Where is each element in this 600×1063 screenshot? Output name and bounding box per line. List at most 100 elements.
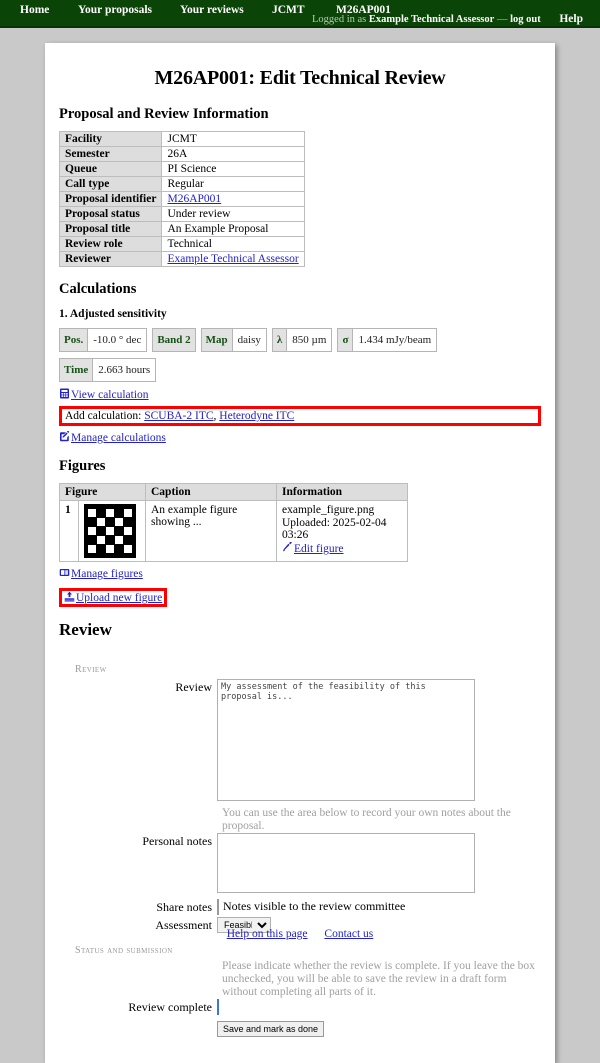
info-row-value: JCMT (161, 131, 305, 147)
checkerboard-cell (88, 545, 96, 553)
pencil-icon (282, 541, 293, 553)
nav-link-home[interactable]: Home (20, 4, 49, 16)
checkerboard-cell (124, 536, 132, 544)
footer-link-contact-us[interactable]: Contact us (324, 928, 373, 940)
figure-thumbnail-cell[interactable] (78, 500, 146, 562)
info-row-label: Review role (58, 236, 163, 252)
checkerboard-cell (115, 509, 123, 517)
review-fieldset: Review Review You can use the area below… (59, 658, 541, 939)
checkerboard-cell (97, 518, 105, 526)
top-navigation-bar: Home Your proposals Your reviews JCMT M2… (0, 0, 600, 28)
calculation-item-title: 1. Adjusted sensitivity (59, 308, 167, 320)
share-notes-checkbox[interactable] (217, 899, 219, 915)
calculation-badge: Time 2.663 hours (59, 358, 157, 382)
info-row-label: Proposal status (58, 206, 163, 222)
footer-link-help-on-this-page[interactable]: Help on this page (227, 928, 308, 940)
nav-link-your-reviews[interactable]: Your reviews (180, 4, 244, 16)
checkerboard-cell (124, 518, 132, 526)
figure-number: 1 (59, 500, 79, 562)
checkerboard-thumbnail[interactable] (84, 504, 136, 558)
personal-notes-textarea[interactable] (217, 833, 475, 893)
checkerboard-cell (88, 518, 96, 526)
nav-link-your-proposals[interactable]: Your proposals (78, 4, 152, 16)
review-complete-checkbox[interactable] (217, 999, 219, 1015)
add-calculation-link-scuba2-itc[interactable]: SCUBA-2 ITC (144, 410, 213, 422)
manage-calculations-link[interactable]: Manage calculations (71, 432, 166, 444)
add-calculation-label: Add calculation: (65, 410, 142, 422)
section-heading-review: Review (59, 620, 112, 639)
info-row-label: Semester (58, 146, 163, 162)
calculation-badges-row-2: Time 2.663 hours (59, 358, 541, 382)
info-row-value[interactable]: M26AP001 (161, 191, 305, 207)
view-calculation-row: View calculation (59, 388, 541, 401)
checkerboard-cell (115, 545, 123, 553)
calculation-badge-key: Band 2 (153, 329, 195, 351)
share-notes-checkbox-text: Notes visible to the review committee (223, 899, 406, 913)
nav-link-logout[interactable]: log out (510, 14, 541, 25)
info-row-value-link[interactable]: Example Technical Assessor (167, 253, 298, 265)
review-text-row: Review (59, 679, 541, 805)
upload-new-figure-link[interactable]: Upload new figure (76, 592, 162, 604)
save-and-mark-as-done-button[interactable]: Save and mark as done (217, 1021, 325, 1037)
logout-separator: — (496, 14, 508, 25)
submit-row-spacer (59, 1017, 217, 1018)
logged-in-user-name: Example Technical Assessor (368, 14, 495, 25)
calculation-badge-value: 1.434 mJy/beam (358, 334, 432, 346)
calculation-badge-value: daisy (237, 334, 261, 346)
calculation-badge: Map daisy (200, 328, 267, 352)
figure-filename: example_figure.png (282, 504, 375, 516)
checkerboard-cell (106, 527, 114, 535)
calculation-badges-row-1: Pos. -10.0 ° dec Band 2 Map daisy λ 850 µm σ 1.4… (59, 328, 541, 352)
info-row-value[interactable]: Example Technical Assessor (161, 251, 305, 267)
edit-square-icon (59, 431, 70, 442)
page-footer: Help on this page Contact us (0, 928, 600, 940)
calculation-badge-key: Time (60, 359, 94, 381)
manage-figures-row: Manage figures (59, 567, 541, 580)
add-calculation-highlight-box: Add calculation: SCUBA-2 ITC, Heterodyne… (59, 406, 541, 426)
legend-status-and-submission: Status and submission (75, 945, 173, 956)
checkerboard-cell (88, 527, 96, 535)
page-card: M26AP001: Edit Technical Review Proposal… (45, 43, 555, 1063)
info-row-value: Regular (161, 176, 305, 192)
figures-column-information: Information (276, 483, 408, 501)
calculator-icon (59, 388, 70, 399)
status-help-text: Please indicate whether the review is co… (222, 960, 535, 998)
proposal-information-table: Facility JCMT Semester 26A Queue PI Science Ca… (58, 131, 305, 267)
calculation-badge-key: Pos. (60, 329, 89, 351)
info-row-value: Technical (161, 236, 305, 252)
checkerboard-cell (106, 536, 114, 544)
checkerboard-cell (115, 518, 123, 526)
section-heading-calculations: Calculations (59, 281, 137, 297)
table-row: Proposal identifier M26AP001 (58, 191, 305, 207)
images-icon (59, 567, 70, 578)
nav-link-facility-jcmt[interactable]: JCMT (272, 4, 305, 16)
checkerboard-cell (97, 545, 105, 553)
edit-figure-link[interactable]: Edit figure (294, 543, 344, 555)
personal-notes-row: Personal notes (59, 833, 541, 897)
checkerboard-cell (106, 518, 114, 526)
calculation-badge-value: -10.0 ° dec (93, 334, 142, 346)
upload-icon (64, 591, 75, 602)
table-row: Facility JCMT (58, 131, 305, 147)
personal-notes-help-text: You can use the area below to record you… (222, 807, 511, 832)
table-row: Queue PI Science (58, 161, 305, 177)
logged-in-status: Logged in as Example Technical Assessor … (312, 14, 541, 25)
view-calculation-link[interactable]: View calculation (71, 389, 149, 401)
checkerboard-cell (97, 536, 105, 544)
review-textarea[interactable] (217, 679, 475, 801)
figures-table-header-row: Figure Caption Information (59, 483, 408, 501)
review-complete-label: Review complete (128, 1000, 212, 1014)
calculation-badge: λ 850 µm (271, 328, 333, 352)
table-row: Proposal status Under review (58, 206, 305, 222)
checkerboard-cell (88, 509, 96, 517)
nav-link-help[interactable]: Help (559, 13, 583, 25)
info-row-value-link[interactable]: M26AP001 (167, 193, 221, 205)
checkerboard-cell (97, 509, 105, 517)
info-row-value: 26A (161, 146, 305, 162)
add-calculation-link-heterodyne-itc[interactable]: Heterodyne ITC (219, 410, 294, 422)
manage-figures-link[interactable]: Manage figures (71, 568, 143, 580)
info-row-value: An Example Proposal (161, 221, 305, 237)
calculation-badge: Pos. -10.0 ° dec (59, 328, 148, 352)
checkerboard-cell (97, 527, 105, 535)
figures-column-figure: Figure (59, 483, 146, 501)
